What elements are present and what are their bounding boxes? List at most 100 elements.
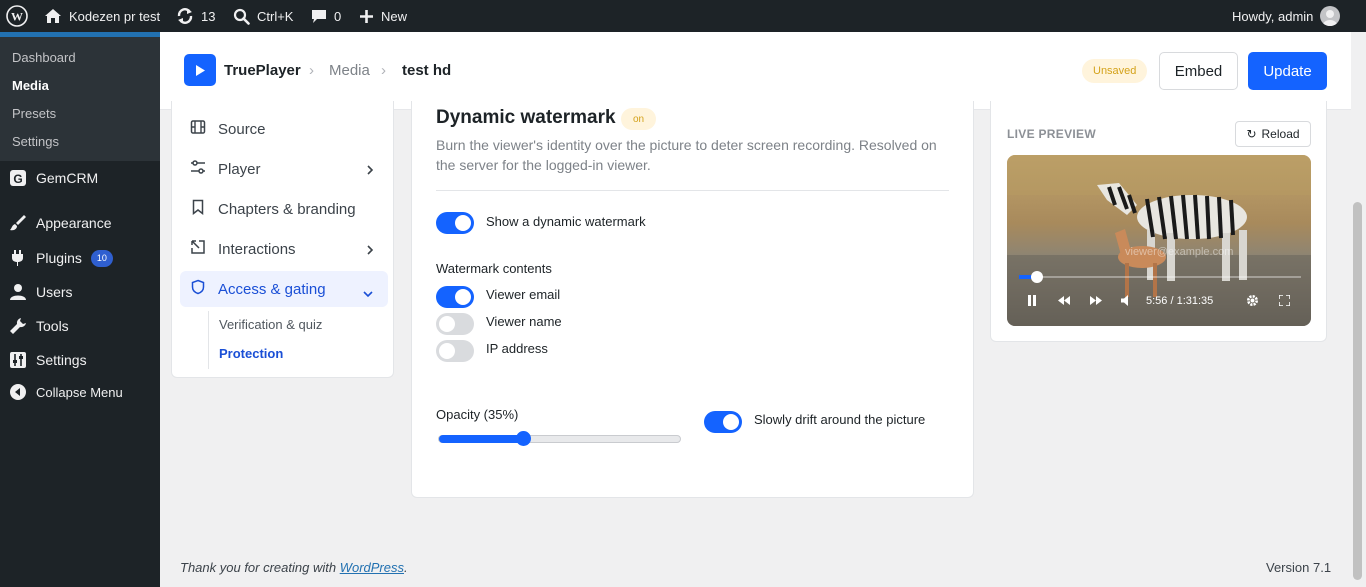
sidebar-item-label: Settings <box>36 352 87 368</box>
sliders-icon <box>9 351 27 369</box>
live-preview-heading: LIVE PREVIEW <box>1007 127 1096 141</box>
paintbrush-icon <box>9 214 27 232</box>
nav-label: Interactions <box>218 240 296 258</box>
chevron-right-icon <box>366 163 374 180</box>
footer-text-end: . <box>404 560 408 575</box>
wrench-icon <box>9 317 27 335</box>
collapse-menu-button[interactable]: Collapse Menu <box>0 375 160 409</box>
new-content-link[interactable]: New <box>359 0 407 32</box>
volume-icon[interactable] <box>1121 295 1132 309</box>
nav-label: Access & gating <box>218 280 326 298</box>
watermark-status-badge: on <box>621 108 657 130</box>
nav-source[interactable]: Source <box>180 111 388 147</box>
opacity-slider-thumb[interactable] <box>516 431 532 446</box>
show-watermark-toggle[interactable] <box>436 212 474 234</box>
shield-icon <box>190 279 206 299</box>
plugins-update-badge: 10 <box>90 249 113 267</box>
nav-player[interactable]: Player <box>180 151 388 187</box>
media-submenu: Dashboard Media Presets Settings <box>0 37 160 161</box>
sidebar-item-label: Collapse Menu <box>36 384 123 400</box>
submenu-presets[interactable]: Presets <box>12 106 56 121</box>
account-menu[interactable]: Howdy, admin <box>1232 0 1341 32</box>
search-shortcut[interactable]: Ctrl+K <box>233 0 293 32</box>
sidebar-item-gemcrm[interactable]: G GemCRM <box>0 161 160 195</box>
video-progress-bar[interactable] <box>1019 271 1301 283</box>
avatar <box>1320 6 1341 26</box>
watermark-description: Burn the viewer's identity over the pict… <box>436 137 937 173</box>
nav-chapters-branding[interactable]: Chapters & branding <box>180 191 388 227</box>
user-icon <box>9 283 27 301</box>
ip-address-label: IP address <box>486 341 548 356</box>
live-preview-panel: LIVE PREVIEW ↻ Reload viewer@example.com… <box>990 101 1327 342</box>
reload-icon: ↻ <box>1246 127 1257 141</box>
page-scrollbar[interactable] <box>1351 32 1366 587</box>
video-player[interactable]: viewer@example.com 5:56 / 1:31:35 <box>1007 155 1311 326</box>
pause-icon[interactable] <box>1027 295 1037 309</box>
viewer-email-toggle[interactable] <box>436 286 474 308</box>
nav-verification-quiz[interactable]: Verification & quiz <box>219 317 322 332</box>
nav-label: Player <box>218 160 261 178</box>
settings-nav: Source Player Chapters & branding Intera… <box>171 101 394 378</box>
footer-band <box>160 522 1351 587</box>
admin-bar: W Kodezen pr test 13 Ctrl+K 0 New Howdy,… <box>0 0 1366 32</box>
chevron-right-icon <box>366 243 374 260</box>
comments-count: 0 <box>334 8 342 24</box>
rewind-icon[interactable] <box>1058 296 1070 308</box>
site-name-link[interactable]: Kodezen pr test <box>44 0 160 32</box>
wordpress-logo-icon[interactable]: W <box>6 0 28 32</box>
fast-forward-icon[interactable] <box>1090 296 1102 308</box>
updates-link[interactable]: 13 <box>176 0 215 32</box>
opacity-slider-fill <box>439 435 524 443</box>
sidebar-item-plugins[interactable]: Plugins 10 <box>0 241 160 275</box>
sidebar-item-appearance[interactable]: Appearance <box>0 206 160 240</box>
nav-label: Source <box>218 120 266 138</box>
breadcrumb-media[interactable]: Media <box>329 62 370 79</box>
sidebar-item-users[interactable]: Users <box>0 275 160 309</box>
status-badge: Unsaved <box>1082 59 1148 83</box>
submenu-settings[interactable]: Settings <box>12 134 59 149</box>
show-watermark-label: Show a dynamic watermark <box>486 214 646 229</box>
viewer-email-label: Viewer email <box>486 287 561 302</box>
bookmark-icon <box>190 199 206 219</box>
footer-credit: Thank you for creating with WordPress. <box>180 560 408 575</box>
update-button[interactable]: Update <box>1248 52 1327 90</box>
greeting: Howdy, admin <box>1232 8 1314 24</box>
site-name: Kodezen pr test <box>69 8 161 24</box>
plus-icon <box>359 9 374 24</box>
fullscreen-icon[interactable] <box>1278 294 1291 309</box>
nav-access-gating[interactable]: Access & gating <box>180 271 388 307</box>
watermark-contents-heading: Watermark contents <box>436 261 552 276</box>
breadcrumb-separator-icon: › <box>381 62 386 79</box>
submenu-dashboard[interactable]: Dashboard <box>12 50 76 65</box>
sidebar-item-label: Appearance <box>36 215 112 231</box>
opacity-slider[interactable] <box>438 431 681 446</box>
reload-button[interactable]: ↻ Reload <box>1235 121 1311 147</box>
home-icon <box>44 8 62 24</box>
nav-interactions[interactable]: Interactions <box>180 231 388 267</box>
watermark-panel: Dynamic watermark on Burn the viewer's i… <box>411 101 974 498</box>
comments-link[interactable]: 0 <box>311 0 341 32</box>
drift-toggle[interactable] <box>704 411 742 433</box>
ip-address-toggle[interactable] <box>436 340 474 362</box>
viewer-name-toggle[interactable] <box>436 313 474 335</box>
settings-gear-icon[interactable] <box>1246 294 1259 310</box>
sidebar-item-label: Tools <box>36 318 69 334</box>
sidebar-item-tools[interactable]: Tools <box>0 309 160 343</box>
nav-protection[interactable]: Protection <box>219 346 283 361</box>
video-controls: 5:56 / 1:31:35 <box>1007 291 1311 311</box>
brand-name: TruePlayer <box>224 62 301 79</box>
submenu-media[interactable]: Media <box>12 78 49 93</box>
search-shortcut-label: Ctrl+K <box>257 8 294 24</box>
wordpress-link[interactable]: WordPress <box>340 560 404 575</box>
sidebar-item-label: Plugins <box>36 250 82 266</box>
divider <box>436 190 949 191</box>
sidebar-item-settings[interactable]: Settings <box>0 343 160 377</box>
svg-text:W: W <box>11 10 23 24</box>
nav-label: Chapters & branding <box>218 200 356 218</box>
footer-version: Version 7.1 <box>1266 560 1332 575</box>
svg-text:G: G <box>13 172 22 186</box>
breadcrumb-separator-icon: › <box>309 62 314 79</box>
embed-button[interactable]: Embed <box>1159 52 1238 90</box>
sidebar-item-label: GemCRM <box>36 170 99 186</box>
watermark-overlay-text: viewer@example.com <box>1125 246 1234 258</box>
